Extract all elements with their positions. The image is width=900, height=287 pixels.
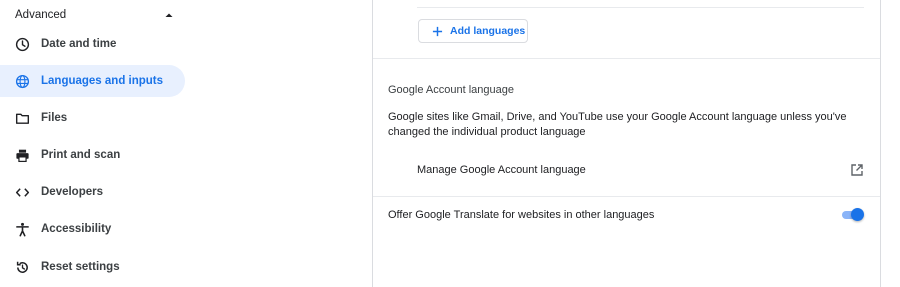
- sidebar-item-accessibility[interactable]: Accessibility: [0, 213, 185, 245]
- caret-up-icon: [165, 13, 173, 17]
- folder-icon: [14, 110, 30, 126]
- sidebar-item-print-scan[interactable]: Print and scan: [0, 139, 185, 171]
- sidebar: Advanced Date and time Languages and inp…: [0, 0, 372, 287]
- divider: [373, 196, 880, 197]
- add-languages-button[interactable]: Add languages: [418, 19, 528, 43]
- offer-translate-row: Offer Google Translate for websites in o…: [388, 205, 864, 225]
- manage-account-language-link[interactable]: Manage Google Account language: [417, 159, 864, 181]
- clock-icon: [14, 36, 30, 52]
- toggle-knob: [851, 208, 864, 221]
- offer-translate-toggle[interactable]: [842, 208, 864, 222]
- open-in-new-icon: [851, 164, 863, 176]
- code-icon: [14, 184, 30, 200]
- reset-icon: [14, 259, 30, 275]
- sidebar-item-label: Files: [41, 112, 68, 124]
- manage-account-language-label: Manage Google Account language: [417, 164, 586, 176]
- account-language-description: Google sites like Gmail, Drive, and YouT…: [388, 111, 847, 138]
- sidebar-item-date-time[interactable]: Date and time: [0, 28, 185, 60]
- advanced-label: Advanced: [15, 9, 67, 21]
- accessibility-icon: [14, 221, 30, 237]
- globe-icon: [14, 73, 30, 89]
- sidebar-item-label: Accessibility: [41, 223, 112, 235]
- sidebar-item-label: Print and scan: [41, 149, 121, 161]
- sidebar-item-label: Developers: [41, 186, 104, 198]
- divider: [417, 7, 864, 8]
- advanced-section-header[interactable]: Advanced: [15, 6, 175, 24]
- divider: [373, 58, 880, 59]
- add-languages-label: Add languages: [450, 25, 526, 37]
- account-language-title: Google Account language: [388, 84, 514, 96]
- sidebar-item-developers[interactable]: Developers: [0, 176, 185, 208]
- sidebar-item-reset[interactable]: Reset settings: [0, 251, 185, 283]
- sidebar-item-label: Reset settings: [41, 261, 120, 273]
- printer-icon: [14, 147, 30, 163]
- sidebar-item-label: Languages and inputs: [41, 75, 164, 87]
- sidebar-item-languages[interactable]: Languages and inputs: [0, 65, 185, 97]
- languages-settings-card: Add languages Google Account language Go…: [372, 0, 881, 287]
- sidebar-item-label: Date and time: [41, 38, 117, 50]
- sidebar-item-files[interactable]: Files: [0, 102, 185, 134]
- plus-icon: [431, 25, 443, 37]
- offer-translate-label: Offer Google Translate for websites in o…: [388, 209, 655, 221]
